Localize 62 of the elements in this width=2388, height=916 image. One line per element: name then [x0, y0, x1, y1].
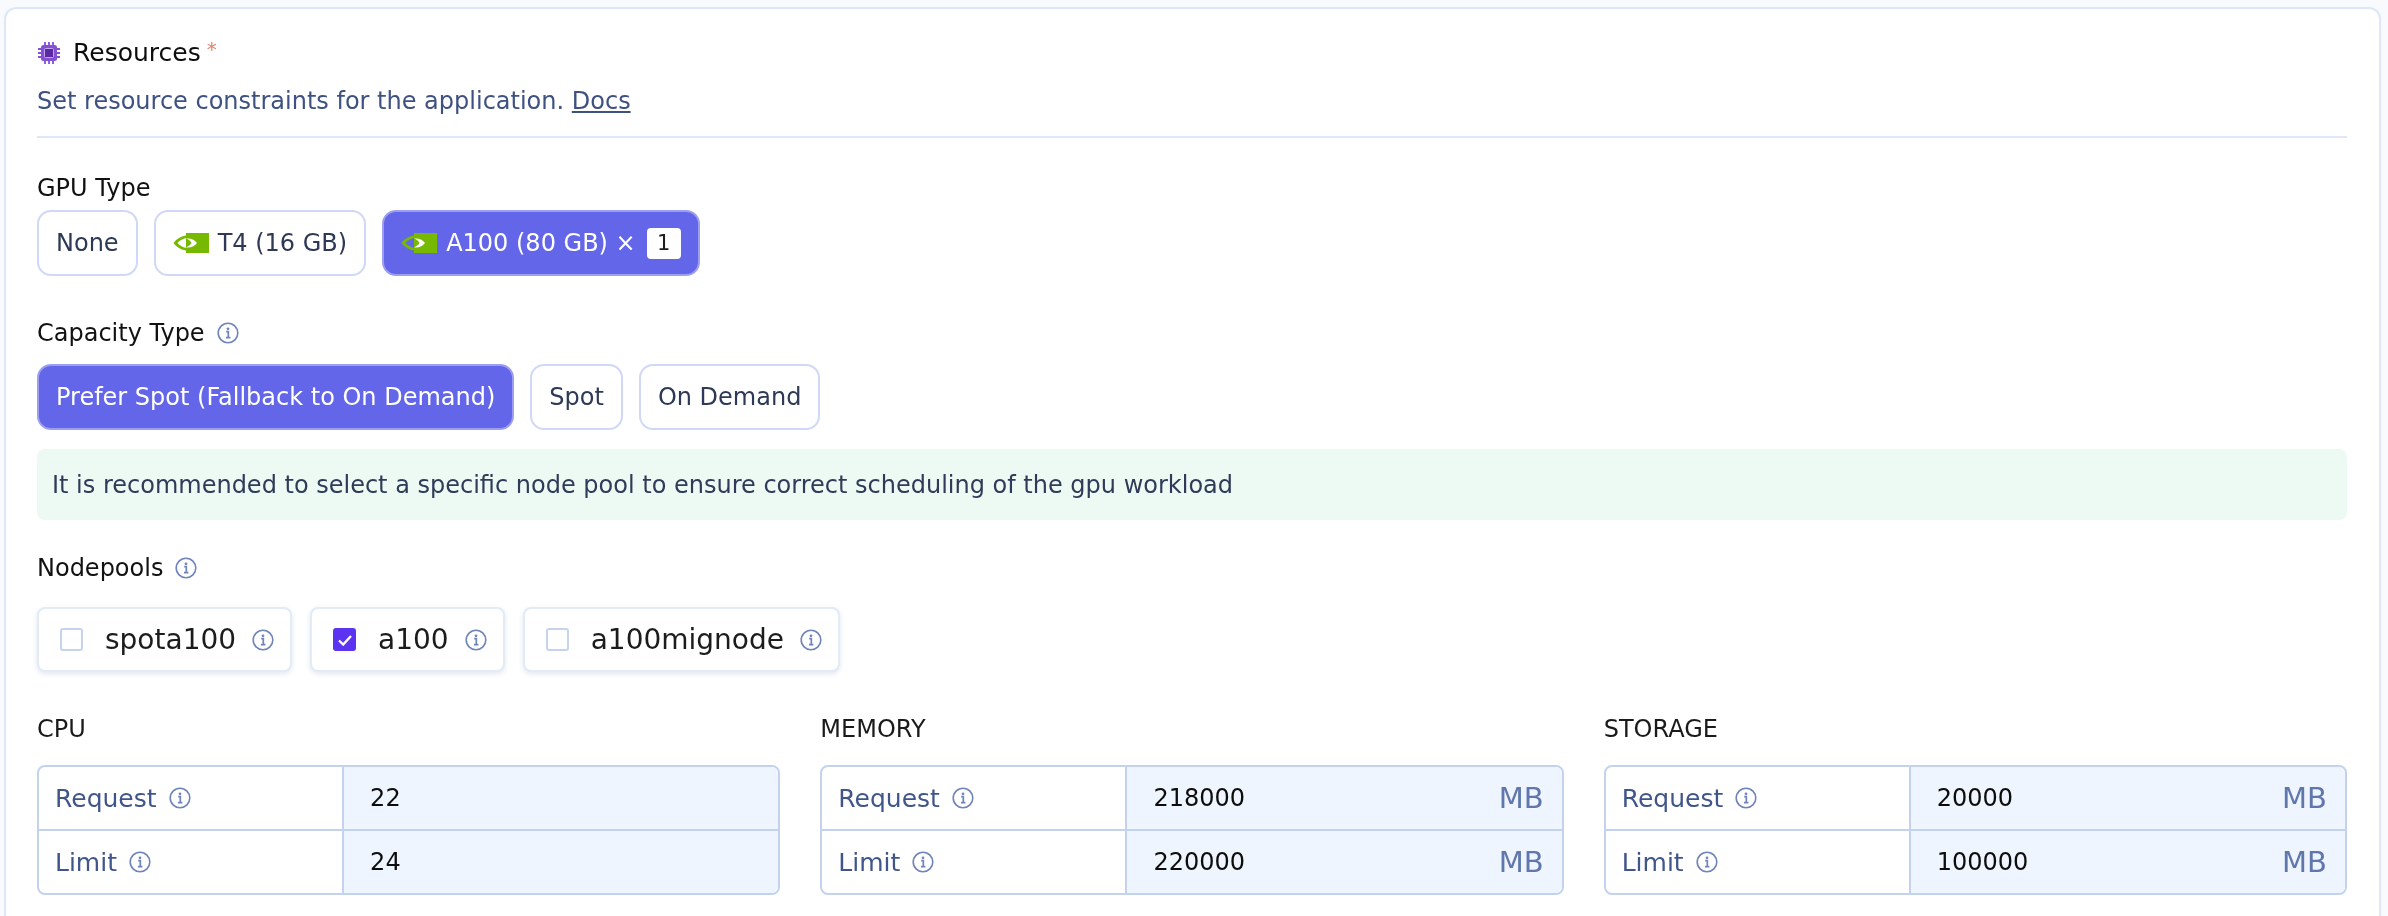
info-icon[interactable]	[168, 787, 191, 809]
value-text: 218000	[1153, 784, 1246, 812]
resource-title: STORAGE	[1603, 714, 1719, 744]
info-icon[interactable]	[951, 787, 974, 809]
nodepool-option[interactable]: spota100	[37, 607, 293, 672]
gpu-option[interactable]: None	[37, 210, 138, 276]
field-label: Limit	[1621, 847, 1684, 877]
value-field[interactable]: 218000 MB	[1125, 767, 1562, 829]
field-label: GPU Type	[37, 173, 151, 203]
field-label: Request	[55, 783, 157, 813]
info-icon[interactable]	[216, 322, 239, 344]
field-label: Request	[1621, 783, 1724, 813]
required-mark: *	[206, 39, 217, 59]
info-icon[interactable]	[1695, 851, 1718, 873]
value-text: 20000	[1936, 784, 2014, 812]
value-field[interactable]: 220000 MB	[1125, 831, 1562, 893]
value-text: 22	[370, 784, 401, 812]
info-icon[interactable]	[464, 628, 487, 651]
resource-title: CPU	[37, 714, 87, 744]
info-icon[interactable]	[175, 557, 198, 579]
value-text: 220000	[1153, 848, 1246, 876]
nodepool-name: a100mignode	[590, 623, 784, 656]
gpu-option[interactable]: T4 (16 GB)	[153, 210, 367, 276]
field-label: Nodepools	[37, 553, 164, 583]
info-icon[interactable]	[912, 851, 935, 873]
info-icon[interactable]	[129, 851, 151, 873]
docs-link[interactable]: Docs	[571, 87, 631, 115]
value-field[interactable]: 100000 MB	[1908, 831, 2345, 893]
value-field[interactable]: 24	[342, 831, 779, 893]
eye-logo-icon	[401, 232, 438, 254]
info-icon[interactable]	[252, 628, 275, 651]
section-description: Set resource constraints for the application. Docs	[37, 86, 632, 117]
capacity-option[interactable]: Prefer Spot (Fallback to On Demand)	[37, 364, 515, 430]
field-label: Capacity Type	[37, 318, 205, 348]
nodepool-name: a100	[378, 623, 449, 656]
value-text: 100000	[1936, 848, 2029, 876]
resource-title: MEMORY	[820, 714, 927, 744]
section-title: Resources	[73, 37, 201, 69]
nodepool-name: spota100	[105, 623, 237, 656]
unit-label: MB	[2282, 781, 2327, 815]
unit-label: MB	[1498, 845, 1544, 879]
info-icon[interactable]	[800, 628, 822, 651]
notice-banner: It is recommended to select a specific node pool to ensure correct scheduling of the gpu workload	[37, 449, 2347, 520]
unit-label: MB	[1498, 781, 1544, 815]
value-field[interactable]: 20000 MB	[1908, 767, 2345, 829]
gpu-option[interactable]: A100 (80 GB) × 1	[382, 210, 700, 276]
nodepool-option[interactable]: a100mignode	[522, 607, 840, 672]
nodepool-option[interactable]: a100	[310, 607, 505, 672]
checkmark-icon	[337, 633, 352, 646]
capacity-option[interactable]: Spot	[530, 364, 623, 430]
unit-label: MB	[2282, 845, 2327, 879]
value-text: 24	[370, 848, 401, 876]
count-field[interactable]: 1	[646, 227, 681, 259]
checkbox[interactable]	[333, 628, 357, 651]
chip-icon	[37, 41, 61, 65]
field-label: Request	[838, 783, 940, 813]
info-icon[interactable]	[1735, 787, 1758, 809]
field-label: Limit	[838, 847, 901, 877]
field-label: Limit	[55, 847, 117, 877]
capacity-option[interactable]: On Demand	[638, 364, 821, 430]
eye-logo-icon	[172, 232, 209, 254]
value-field[interactable]: 22	[342, 767, 779, 829]
